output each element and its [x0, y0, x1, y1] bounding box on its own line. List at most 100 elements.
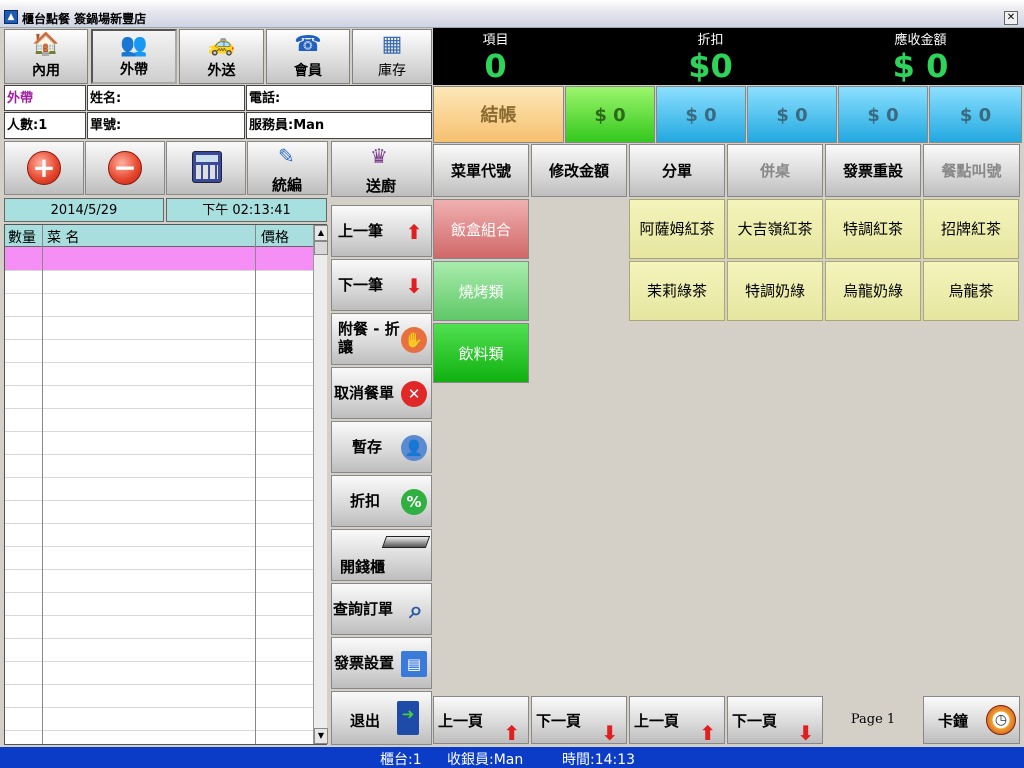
- merge-table-button[interactable]: 併桌: [727, 144, 823, 197]
- next-record-button[interactable]: 下一筆 ⬇: [331, 259, 432, 311]
- hold-button[interactable]: 暫存 👤: [331, 421, 432, 473]
- prev-record-button[interactable]: 上一筆 ⬆: [331, 205, 432, 257]
- receivable-value: $ 0: [892, 47, 949, 85]
- plus-icon: +: [27, 151, 61, 185]
- item-button[interactable]: 烏龍茶: [923, 261, 1019, 321]
- send-kitchen-button[interactable]: ♛ 送廚: [331, 141, 432, 197]
- arrow-down-icon: ⬇: [405, 274, 423, 298]
- scroll-thumb[interactable]: [314, 241, 328, 255]
- invoice-reset-button[interactable]: 發票重設: [825, 144, 921, 197]
- discount-button[interactable]: 折扣 %: [331, 475, 432, 527]
- time-clock-button[interactable]: 卡鐘 ◷: [923, 696, 1020, 744]
- item-button[interactable]: 特調紅茶: [825, 199, 921, 259]
- payment-slot-5[interactable]: $ 0: [929, 86, 1022, 143]
- table-row-line: [5, 546, 313, 547]
- tax-id-button[interactable]: ✎ 統編: [247, 141, 328, 195]
- calculator-button[interactable]: [166, 141, 246, 195]
- scrollbar[interactable]: ▲ ▼: [313, 225, 328, 744]
- category-page-up-button[interactable]: 上一頁 ⬆: [433, 696, 529, 745]
- customer-name-field[interactable]: 姓名:: [87, 85, 245, 111]
- payment-slot-4[interactable]: $ 0: [838, 86, 928, 143]
- pen-icon: ✎: [278, 144, 295, 168]
- percent-icon: %: [401, 489, 427, 515]
- menu-code-button[interactable]: 菜單代號: [433, 144, 529, 197]
- tax-id-label: 統編: [272, 176, 303, 194]
- hand-icon: ✋: [401, 327, 427, 353]
- order-number-field[interactable]: 單號:: [87, 112, 245, 139]
- receivable-label: 應收金額: [894, 33, 947, 48]
- item-button[interactable]: 烏龍奶綠: [825, 261, 921, 321]
- item-button[interactable]: 茉莉綠茶: [629, 261, 725, 321]
- delivery-button[interactable]: 🚕 外送: [179, 29, 264, 84]
- taxi-icon: 🚕: [207, 32, 236, 57]
- table-row-line: [5, 707, 313, 708]
- checkout-button[interactable]: 結帳: [433, 86, 564, 143]
- item-page-down-button[interactable]: 下一頁 ⬇: [727, 696, 823, 745]
- order-table-header: 數量 菜 名 價格: [5, 225, 313, 247]
- invoice-settings-button[interactable]: 發票設置 ▤: [331, 637, 432, 689]
- query-order-button[interactable]: 查詢訂單 ⌕: [331, 583, 432, 635]
- cash-drawer-button[interactable]: 開錢櫃: [331, 529, 432, 581]
- table-row-line: [5, 592, 313, 593]
- server-field: 服務員:Man: [246, 112, 432, 139]
- remove-qty-button[interactable]: −: [85, 141, 165, 195]
- dine-in-label: 內用: [32, 63, 60, 79]
- order-table[interactable]: 數量 菜 名 價格 ▲ ▼: [4, 224, 328, 754]
- item-button[interactable]: 特調奶綠: [727, 261, 823, 321]
- category-drinks[interactable]: 飲料類: [433, 323, 529, 383]
- table-row-line: [5, 638, 313, 639]
- status-counter: 櫃台:1: [380, 752, 422, 768]
- scroll-down-button[interactable]: ▼: [314, 728, 328, 744]
- dine-in-button[interactable]: 🏠 內用: [4, 29, 88, 84]
- table-row-line: [5, 684, 313, 685]
- table-row-line: [5, 339, 313, 340]
- item-page-down-label: 下一頁: [732, 712, 778, 730]
- addon-discount-label: 附餐 - 折讓: [338, 320, 400, 356]
- table-row-line: [5, 477, 313, 478]
- phone-field[interactable]: 電話:: [246, 85, 432, 111]
- exit-button[interactable]: 退出 ➜: [331, 691, 432, 745]
- cancel-icon: ✕: [401, 381, 427, 407]
- table-row-line: [5, 408, 313, 409]
- split-order-button[interactable]: 分單: [629, 144, 725, 197]
- category-page-down-button[interactable]: 下一頁 ⬇: [531, 696, 627, 745]
- house-icon: 🏠: [32, 32, 60, 57]
- category-rice-box[interactable]: 飯盒組合: [433, 199, 529, 259]
- item-button[interactable]: 阿薩姆紅茶: [629, 199, 725, 259]
- pos-window: ▲ 櫃台點餐 簽鍋場新豐店 ✕ 🏠 內用 👥 外帶 🚕 外送 ☎ 會員 ▦ 庫存…: [0, 0, 1024, 768]
- close-button[interactable]: ✕: [1004, 11, 1018, 25]
- prev-record-label: 上一筆: [338, 222, 384, 240]
- member-button[interactable]: ☎ 會員: [266, 29, 350, 84]
- add-qty-button[interactable]: +: [4, 141, 84, 195]
- item-button[interactable]: 招牌紅茶: [923, 199, 1019, 259]
- table-row-line: [5, 270, 313, 271]
- scroll-up-button[interactable]: ▲: [314, 225, 328, 241]
- order-mode: 外帶: [4, 85, 86, 111]
- call-number-button[interactable]: 餐點叫號: [923, 144, 1020, 197]
- door-icon: ➜: [397, 701, 419, 735]
- magnifier-icon: ⌕: [409, 596, 423, 624]
- title-bar: ▲ 櫃台點餐 簽鍋場新豐店 ✕: [0, 0, 1024, 28]
- status-bar: 櫃台:1 收銀員:Man 時間:14:13: [0, 747, 1024, 768]
- item-page-up-button[interactable]: 上一頁 ⬆: [629, 696, 725, 745]
- table-row-line: [5, 431, 313, 432]
- selected-row[interactable]: [5, 247, 313, 270]
- cancel-order-button[interactable]: 取消餐單 ✕: [331, 367, 432, 419]
- people-count[interactable]: 人數:1: [4, 112, 86, 139]
- table-row-line: [5, 454, 313, 455]
- discount-value: $0: [688, 47, 733, 85]
- inventory-button[interactable]: ▦ 庫存: [352, 29, 432, 84]
- modify-amount-button[interactable]: 修改金額: [531, 144, 627, 197]
- item-button[interactable]: 大吉嶺紅茶: [727, 199, 823, 259]
- cash-drawer-label: 開錢櫃: [340, 558, 386, 576]
- takeout-button[interactable]: 👥 外帶: [91, 29, 177, 84]
- table-row-line: [5, 500, 313, 501]
- payment-slot-3[interactable]: $ 0: [747, 86, 837, 143]
- cancel-order-label: 取消餐單: [334, 384, 395, 402]
- category-bbq[interactable]: 燒烤類: [433, 261, 529, 321]
- time-display: 下午 02:13:41: [166, 198, 327, 222]
- payment-slot-1[interactable]: $ 0: [565, 86, 655, 143]
- cash-drawer-icon: [381, 536, 431, 548]
- payment-slot-2[interactable]: $ 0: [656, 86, 746, 143]
- addon-discount-button[interactable]: 附餐 - 折讓 ✋: [331, 313, 432, 365]
